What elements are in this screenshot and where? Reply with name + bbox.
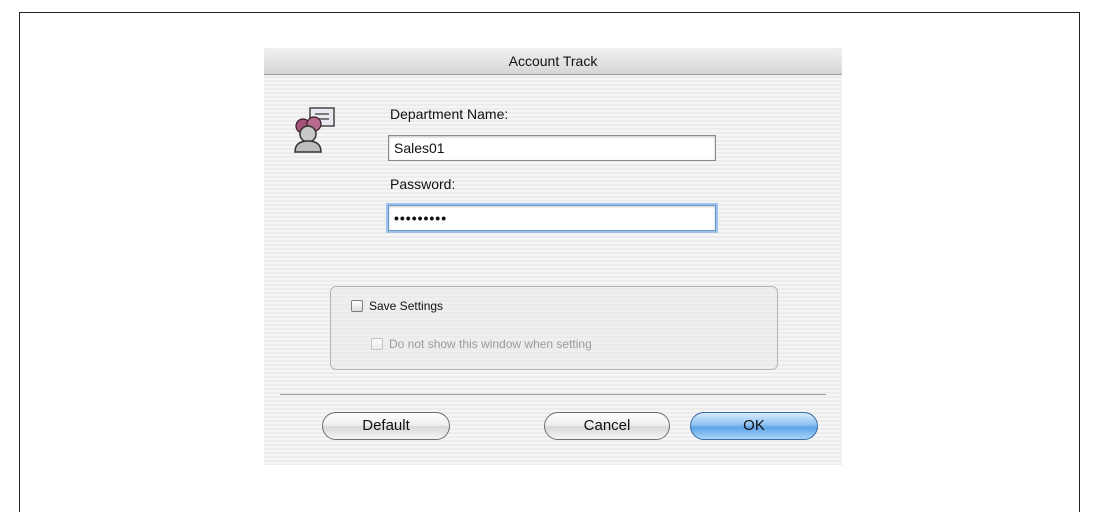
- department-name-field[interactable]: Sales01: [388, 135, 716, 161]
- password-field[interactable]: •••••••••: [388, 205, 716, 231]
- password-label: Password:: [390, 176, 456, 192]
- settings-group: Save Settings Do not show this window wh…: [330, 286, 778, 370]
- save-settings-option[interactable]: Save Settings: [351, 299, 443, 313]
- default-button[interactable]: Default: [322, 412, 450, 440]
- cancel-button[interactable]: Cancel: [544, 412, 670, 440]
- title-bar: Account Track: [264, 48, 842, 75]
- account-track-dialog: Account Track Department Name: Sales01 P…: [264, 48, 842, 465]
- account-track-icon: [294, 107, 335, 153]
- do-not-show-label: Do not show this window when setting: [389, 337, 592, 351]
- save-settings-checkbox[interactable]: [351, 300, 363, 312]
- department-name-label: Department Name:: [390, 106, 509, 122]
- button-separator: [280, 394, 826, 395]
- do-not-show-option: Do not show this window when setting: [371, 337, 592, 351]
- ok-button[interactable]: OK: [690, 412, 818, 440]
- window-title: Account Track: [508, 53, 598, 69]
- save-settings-label: Save Settings: [369, 299, 444, 313]
- do-not-show-checkbox: [371, 338, 383, 350]
